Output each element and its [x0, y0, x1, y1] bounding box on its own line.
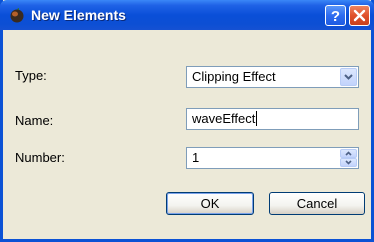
number-spinner: [340, 149, 357, 167]
number-stepper[interactable]: 1: [186, 147, 359, 169]
ok-button[interactable]: OK: [166, 192, 254, 215]
svg-text:?: ?: [331, 8, 340, 25]
help-button[interactable]: ?: [325, 5, 346, 26]
increment-button[interactable]: [340, 149, 357, 158]
name-input[interactable]: waveEffect: [186, 108, 359, 130]
new-elements-dialog: New Elements ? Type: Clipping Effect Nam…: [0, 0, 374, 242]
type-select-value: Clipping Effect: [192, 69, 276, 84]
number-label: Number:: [15, 150, 65, 165]
type-label: Type:: [15, 68, 47, 83]
close-button[interactable]: [349, 5, 370, 26]
close-icon: [353, 9, 366, 22]
window-title: New Elements: [31, 7, 126, 23]
chevron-down-icon: [344, 74, 353, 80]
cancel-button[interactable]: Cancel: [269, 192, 365, 215]
title-bar[interactable]: New Elements ?: [0, 0, 374, 30]
name-input-value: waveEffect: [192, 111, 256, 126]
type-dropdown-button[interactable]: [340, 68, 357, 86]
text-caret: [256, 111, 258, 126]
type-select[interactable]: Clipping Effect: [186, 66, 359, 88]
name-label: Name:: [15, 113, 54, 128]
help-icon: ?: [331, 8, 340, 25]
pumpkin-icon: [9, 7, 25, 23]
arrow-up-icon: [345, 151, 352, 156]
arrow-down-icon: [345, 160, 352, 165]
decrement-button[interactable]: [340, 158, 357, 167]
number-stepper-value: 1: [192, 150, 200, 165]
